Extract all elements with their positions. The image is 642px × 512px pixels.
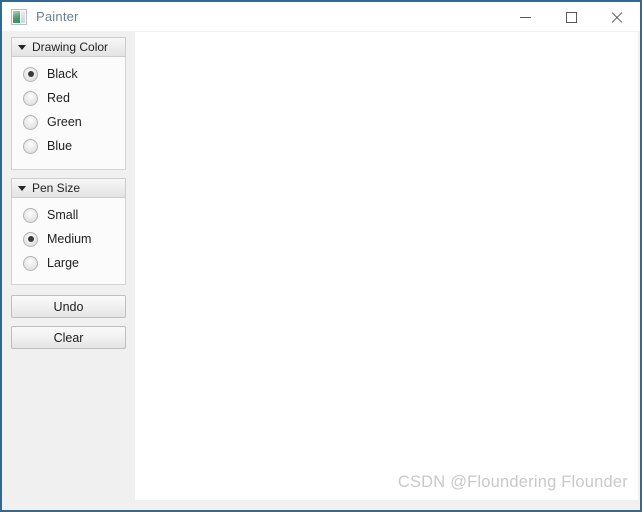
radio-button-icon[interactable]	[23, 114, 38, 130]
radio-button-icon[interactable]	[23, 231, 38, 247]
group-title-pen-size: Pen Size	[32, 181, 81, 195]
radio-label-blue: Blue	[47, 139, 73, 153]
radio-label-large: Large	[47, 256, 79, 270]
undo-button[interactable]: Undo	[11, 295, 126, 318]
clear-button[interactable]: Clear	[11, 326, 126, 349]
painter-window: Painter Drawing Color Black Red Green Bl…	[0, 0, 642, 512]
tool-sidebar: Drawing Color Black Red Green Blue Pen S…	[2, 31, 135, 510]
radio-button-icon[interactable]	[23, 90, 38, 106]
title-bar[interactable]: Painter	[2, 0, 640, 31]
group-body-pen-size: Small Medium Large	[12, 198, 125, 275]
maximize-icon	[565, 12, 577, 23]
radio-button-icon[interactable]	[23, 255, 38, 271]
group-title-drawing-color: Drawing Color	[32, 40, 109, 54]
client-area: Drawing Color Black Red Green Blue Pen S…	[2, 31, 640, 510]
watermark-text: CSDN @Floundering Flounder	[397, 473, 628, 491]
group-pen-size: Pen Size Small Medium Large	[11, 178, 126, 285]
group-drawing-color: Drawing Color Black Red Green Blue	[11, 37, 126, 170]
close-button[interactable]	[594, 2, 640, 33]
maximize-button[interactable]	[548, 2, 594, 33]
minimize-icon	[519, 17, 531, 18]
radio-label-green: Green	[47, 115, 82, 129]
window-title: Painter	[36, 9, 79, 24]
chevron-down-icon	[18, 44, 26, 50]
radio-option-large[interactable]: Large	[12, 251, 125, 275]
radio-button-icon[interactable]	[23, 207, 38, 223]
close-icon	[611, 12, 623, 24]
radio-option-blue[interactable]: Blue	[12, 134, 125, 158]
radio-label-small: Small	[47, 208, 79, 222]
radio-option-small[interactable]: Small	[12, 203, 125, 227]
window-controls	[502, 2, 640, 33]
minimize-button[interactable]	[502, 2, 548, 33]
radio-label-medium: Medium	[47, 232, 92, 246]
chevron-down-icon	[18, 185, 26, 191]
radio-button-icon[interactable]	[23, 138, 38, 154]
radio-label-black: Black	[47, 67, 78, 81]
drawing-canvas[interactable]: CSDN @Floundering Flounder	[135, 32, 638, 500]
radio-button-icon[interactable]	[23, 66, 38, 82]
radio-option-green[interactable]: Green	[12, 110, 125, 134]
radio-label-red: Red	[47, 91, 70, 105]
group-header-drawing-color[interactable]: Drawing Color	[11, 37, 126, 57]
group-header-pen-size[interactable]: Pen Size	[11, 178, 126, 198]
painter-app-icon	[11, 8, 27, 25]
group-body-drawing-color: Black Red Green Blue	[12, 57, 125, 158]
radio-option-black[interactable]: Black	[12, 62, 125, 86]
radio-option-red[interactable]: Red	[12, 86, 125, 110]
radio-option-medium[interactable]: Medium	[12, 227, 125, 251]
